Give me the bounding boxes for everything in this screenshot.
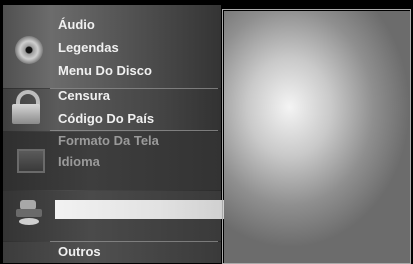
menu-item-subtitles[interactable]: Legendas [58, 40, 119, 55]
menu-item-country-code[interactable]: Código Do País [58, 111, 154, 126]
lock-icon [10, 90, 42, 124]
setup-icon [16, 200, 42, 226]
screen-icon [17, 149, 45, 173]
menu-item-language[interactable]: Idioma [58, 154, 100, 169]
disc-icon [15, 36, 43, 64]
preview-frame [222, 9, 411, 264]
menu-divider [50, 130, 218, 131]
selection-highlight-bar[interactable] [55, 200, 227, 219]
osd-setup-screen: Áudio Legendas Menu Do Disco Censura Cód… [0, 0, 413, 264]
menu-item-tv-aspect[interactable]: Formato Da Tela [58, 133, 159, 148]
menu-section-others [3, 242, 221, 263]
menu-item-rating[interactable]: Censura [58, 88, 110, 103]
menu-item-audio[interactable]: Áudio [58, 17, 95, 32]
menu-item-others[interactable]: Outros [58, 244, 101, 259]
menu-item-disc-menu[interactable]: Menu Do Disco [58, 63, 152, 78]
menu-divider [50, 241, 218, 242]
